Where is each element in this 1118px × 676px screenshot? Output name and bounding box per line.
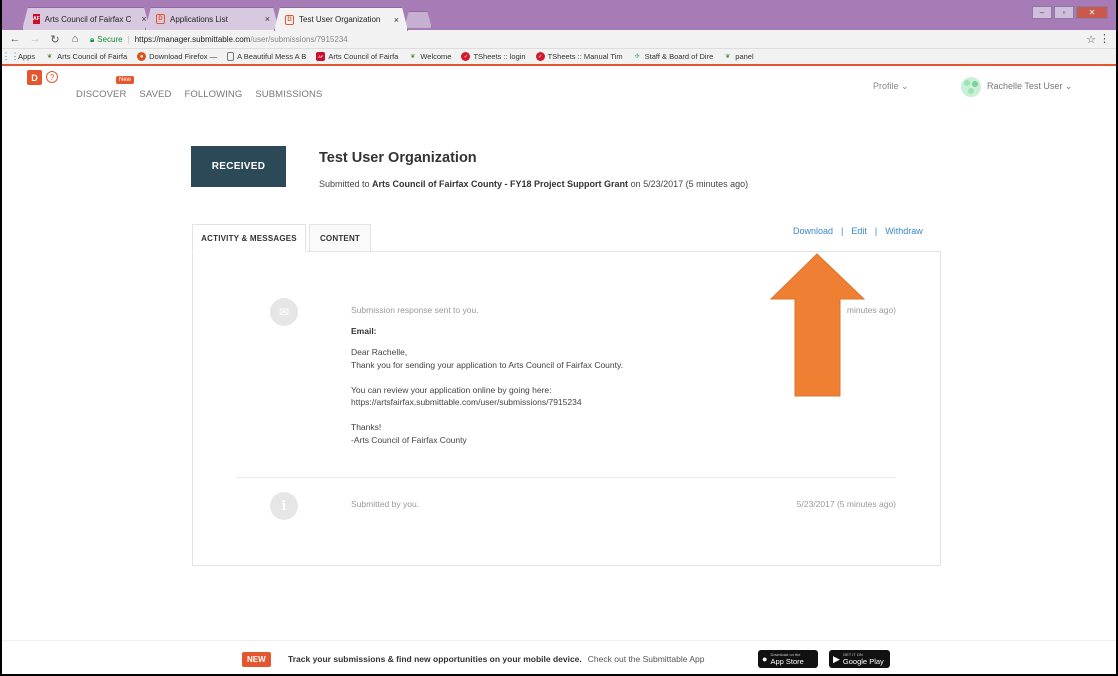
- acf-favicon-icon: AF: [33, 16, 40, 22]
- submission-target: Arts Council of Fairfax County - FY18 Pr…: [372, 179, 629, 189]
- forward-arrow-icon[interactable]: →: [28, 33, 42, 45]
- bookmark-beautiful-mess[interactable]: A Beautiful Mess A B: [227, 52, 306, 61]
- tsheets-icon: ✓: [535, 52, 545, 61]
- window-controls: – ▫ ✕: [1032, 6, 1108, 19]
- url-path: /user/submissions/7915234: [250, 35, 348, 44]
- minimize-icon[interactable]: –: [1032, 6, 1052, 19]
- footer-message: Track your submissions & find new opport…: [288, 654, 705, 664]
- user-menu[interactable]: Rachelle Test User ⌄: [987, 81, 1072, 92]
- bookmarks-bar: ⋮⋮ Apps ❦ Arts Council of Fairfa ● Download…: [2, 49, 1116, 66]
- url-input[interactable]: 🔒︎ Secure | https://manager.submittable.…: [90, 32, 1090, 47]
- browser-tab-applications-list[interactable]: D Applications List ×: [145, 7, 279, 30]
- new-tab-button[interactable]: [404, 11, 432, 28]
- bookmark-panel[interactable]: ❦ panel: [723, 52, 753, 61]
- tab-content[interactable]: CONTENT: [309, 224, 371, 252]
- browser-tab-bar: AF Arts Council of Fairfax C × D Applica…: [2, 0, 1116, 30]
- main-nav: DISCOVER SAVED FOLLOWING SUBMISSIONS: [76, 89, 322, 100]
- bookmark-arts-council[interactable]: ❦ Arts Council of Fairfa: [45, 52, 127, 61]
- info-icon: i: [270, 492, 298, 520]
- home-icon[interactable]: ⌂: [68, 33, 82, 45]
- bookmark-download-firefox[interactable]: ● Download Firefox —: [137, 52, 217, 61]
- submittable-logo-icon[interactable]: D: [27, 70, 42, 85]
- feed-item-meta: Submitted by you.: [351, 499, 420, 509]
- back-arrow-icon[interactable]: ←: [8, 33, 22, 45]
- feed-divider: [236, 477, 896, 478]
- apple-icon: ●: [762, 654, 768, 664]
- annotation-arrow-icon: [769, 253, 866, 397]
- submission-summary: Submitted to Arts Council of Fairfax Cou…: [319, 179, 749, 189]
- bookmark-star-icon[interactable]: ☆: [1086, 33, 1096, 46]
- bookmark-welcome[interactable]: ❦ Welcome: [408, 52, 451, 61]
- close-tab-icon[interactable]: ×: [131, 14, 146, 24]
- bookmark-arts-council-2[interactable]: AF Arts Council of Fairfa: [316, 52, 398, 61]
- window-close-icon[interactable]: ✕: [1076, 6, 1108, 19]
- nav-saved[interactable]: SAVED: [139, 89, 171, 100]
- submittable-favicon-icon: D: [285, 15, 294, 25]
- new-badge: New: [116, 76, 135, 84]
- secure-label: Secure: [97, 35, 123, 44]
- feed-item-meta: Submission response sent to you.: [351, 305, 479, 315]
- browser-tab-label: Applications List: [170, 14, 228, 24]
- google-play-button[interactable]: ▶ GET IT ON Google Play: [829, 650, 890, 668]
- address-bar: ← → ↻ ⌂ 🔒︎ Secure | https://manager.subm…: [2, 30, 1116, 49]
- help-icon[interactable]: ?: [46, 71, 58, 83]
- nav-submissions[interactable]: SUBMISSIONS: [255, 89, 322, 100]
- maximize-icon[interactable]: ▫: [1054, 6, 1074, 19]
- email-label: Email:: [351, 326, 377, 336]
- nav-discover[interactable]: DISCOVER: [76, 89, 126, 100]
- apps-grid-icon: ⋮⋮: [1, 51, 20, 61]
- feed-item-time: 5/23/2017 (5 minutes ago): [796, 499, 896, 509]
- lock-icon: 🔒︎: [90, 34, 95, 44]
- bookmark-staff-board[interactable]: ✣ Staff & Board of Dire: [633, 52, 714, 61]
- firefox-icon: ●: [137, 52, 147, 61]
- browser-tab-label: Test User Organization: [299, 15, 381, 24]
- avatar[interactable]: [961, 77, 981, 97]
- browser-tab-arts-council[interactable]: AF Arts Council of Fairfax C ×: [22, 7, 150, 30]
- nav-following[interactable]: FOLLOWING: [184, 89, 242, 100]
- submittable-favicon-icon: D: [156, 14, 165, 24]
- url-host: https://manager.submittable.com: [134, 35, 251, 44]
- bookmark-tsheets-login[interactable]: ✓ TSheets :: login: [461, 52, 526, 61]
- email-body: Dear Rachelle, Thank you for sending you…: [351, 347, 623, 445]
- leaf-icon: ❦: [410, 54, 416, 60]
- close-tab-icon[interactable]: ×: [384, 15, 399, 25]
- review-link[interactable]: https://artsfairfax.submittable.com/user…: [351, 396, 623, 409]
- leaf-icon: ❦: [725, 54, 731, 60]
- envelope-icon: ✉: [270, 298, 298, 326]
- bookmark-apps[interactable]: ⋮⋮ Apps: [1, 51, 36, 61]
- browser-tab-label: Arts Council of Fairfax C: [44, 14, 132, 24]
- withdraw-link[interactable]: Withdraw: [885, 226, 923, 236]
- app-store-button[interactable]: ● Download on the App Store: [758, 650, 818, 668]
- tab-activity-messages[interactable]: ACTIVITY & MESSAGES: [192, 224, 306, 252]
- edit-link[interactable]: Edit: [851, 226, 867, 236]
- status-badge: RECEIVED: [191, 146, 286, 187]
- browser-menu-icon[interactable]: ⋮: [1099, 32, 1110, 45]
- page-title: Test User Organization: [319, 150, 477, 166]
- footer-new-badge: NEW: [242, 652, 271, 667]
- reload-icon[interactable]: ↻: [48, 33, 62, 46]
- profile-menu[interactable]: Profile ⌄: [873, 81, 909, 92]
- close-tab-icon[interactable]: ×: [255, 14, 270, 24]
- play-icon: ▶: [833, 653, 840, 664]
- tsheets-icon: ✓: [461, 52, 471, 61]
- bookmark-tsheets-manual[interactable]: ✓ TSheets :: Manual Tim: [535, 52, 623, 61]
- staff-icon: ✣: [634, 54, 640, 60]
- acf-icon: AF: [316, 52, 326, 61]
- document-icon: [227, 52, 235, 61]
- browser-tab-test-user-organization[interactable]: D Test User Organization ×: [274, 7, 408, 31]
- leaf-icon: ❦: [47, 54, 53, 60]
- download-link[interactable]: Download: [793, 226, 833, 236]
- submission-actions: Download | Edit | Withdraw: [793, 226, 923, 236]
